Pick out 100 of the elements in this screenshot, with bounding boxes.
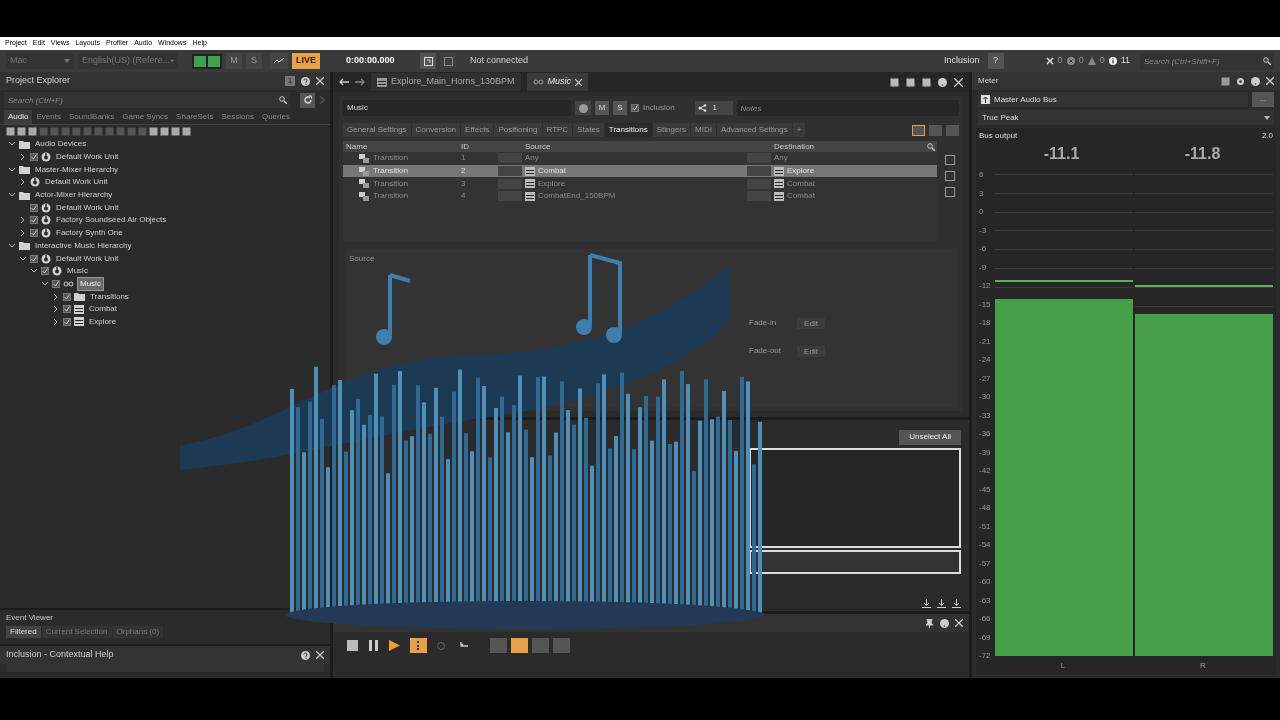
checkbox[interactable] <box>30 216 38 225</box>
layout-button[interactable] <box>912 124 925 136</box>
error-icon[interactable] <box>1066 57 1075 65</box>
tab[interactable]: States <box>573 123 605 137</box>
tree-item[interactable]: Master-Mixer Hierarchy <box>33 163 121 176</box>
tab[interactable]: Effects <box>461 123 495 137</box>
download-icon[interactable] <box>922 599 931 608</box>
tab[interactable]: Audio <box>4 110 33 124</box>
settings-icon[interactable] <box>1236 76 1245 86</box>
live-button[interactable]: LIVE <box>292 53 320 69</box>
tree-item[interactable]: Actor-Mixer Hierarchy <box>33 189 115 202</box>
name-field[interactable]: Music <box>343 100 571 116</box>
mode-dropdown[interactable]: True Peak <box>978 110 1274 125</box>
checkbox[interactable] <box>30 254 38 263</box>
close-icon[interactable] <box>316 651 324 659</box>
search-field[interactable]: Search (Ctrl+F) <box>4 92 276 108</box>
refresh-button[interactable] <box>300 92 315 108</box>
pause-icon[interactable] <box>368 640 379 651</box>
transport-option-button[interactable] <box>410 638 427 653</box>
time-display: 0:00:00.000 <box>346 54 396 68</box>
checkbox[interactable] <box>63 292 71 301</box>
tree-item[interactable]: Factory Synth One <box>54 227 125 240</box>
tab[interactable]: General Settings <box>343 123 412 137</box>
tree-item[interactable]: Default Work Unit <box>54 151 121 164</box>
mute-button[interactable]: M <box>595 101 609 115</box>
help-icon[interactable] <box>1251 76 1260 86</box>
bus-field[interactable]: Master Audio Bus <box>978 92 1248 107</box>
tab[interactable]: Sessions <box>217 110 258 124</box>
solo-button[interactable]: S <box>613 101 627 115</box>
tab[interactable]: Queries <box>257 110 294 124</box>
references-button[interactable]: 1 <box>694 101 733 115</box>
profiler-button[interactable] <box>270 53 288 69</box>
scale-label: 6 <box>979 170 985 179</box>
editor-tab[interactable]: Music <box>526 73 589 91</box>
tab[interactable]: Advanced Settings <box>716 123 793 137</box>
clear-icon[interactable] <box>1045 57 1054 65</box>
checkbox[interactable] <box>30 229 38 238</box>
tree-item[interactable]: Default Work Unit <box>54 252 121 265</box>
tab[interactable]: Transitions <box>604 123 653 137</box>
tab[interactable]: Conversion <box>411 123 462 137</box>
close-icon[interactable] <box>575 78 583 86</box>
back-arrow-icon[interactable] <box>339 78 349 86</box>
tree-item[interactable]: Music <box>65 265 90 278</box>
warning-icon[interactable] <box>1087 57 1096 65</box>
tab[interactable]: Game Syncs <box>118 110 173 124</box>
help-icon[interactable] <box>940 618 949 628</box>
checkbox[interactable] <box>63 305 71 314</box>
close-icon[interactable] <box>954 77 963 87</box>
search-button[interactable] <box>276 92 290 108</box>
help-icon[interactable] <box>938 77 947 87</box>
help-icon[interactable] <box>301 650 310 660</box>
tab[interactable]: SoundBanks <box>64 110 119 124</box>
play-icon[interactable] <box>389 640 400 651</box>
tab[interactable]: MIDI <box>691 123 717 137</box>
search-button[interactable] <box>1260 52 1274 70</box>
search-icon[interactable] <box>927 142 935 151</box>
channel-label: R <box>1199 660 1207 672</box>
meter-indicator <box>194 55 206 67</box>
tab[interactable]: Filtered <box>6 626 41 638</box>
tree-item[interactable]: Explore <box>87 315 119 328</box>
checkbox[interactable] <box>30 203 38 212</box>
tree-item[interactable]: Transitions <box>88 290 131 303</box>
tree-item[interactable]: Factory Soundseed Air Objects <box>54 214 169 227</box>
info-icon[interactable] <box>1108 57 1117 65</box>
checkbox[interactable] <box>631 104 639 112</box>
tree-item[interactable]: Default Work Unit <box>43 176 110 189</box>
checkbox[interactable] <box>30 153 38 162</box>
close-icon[interactable] <box>1266 77 1274 85</box>
tree-item[interactable]: Audio Devices <box>33 138 89 151</box>
notes-field[interactable]: Notes <box>736 100 959 116</box>
dots-icon <box>416 641 421 650</box>
tree-item[interactable]: Music <box>77 276 104 291</box>
mute-button[interactable]: M <box>226 53 242 69</box>
checkbox[interactable] <box>41 267 49 276</box>
tree-item[interactable]: Interactive Music Hierarchy <box>33 239 134 252</box>
close-icon[interactable] <box>316 77 324 85</box>
connect-button[interactable] <box>420 53 436 69</box>
edit-button[interactable]: Edit <box>797 345 825 357</box>
tree-item[interactable]: Combat <box>87 303 119 316</box>
checkbox[interactable] <box>52 279 60 288</box>
forward-arrow-icon[interactable] <box>355 78 365 86</box>
close-icon[interactable] <box>955 619 963 627</box>
edit-button[interactable]: Edit <box>797 317 825 329</box>
tab[interactable]: Stingers <box>652 123 692 137</box>
checkbox[interactable] <box>63 317 71 326</box>
help-icon[interactable] <box>301 76 310 86</box>
search-field[interactable]: Search (Ctrl+Shift+F) <box>1140 52 1260 70</box>
tab[interactable]: Events <box>32 110 65 124</box>
disconnect-button[interactable] <box>440 53 456 69</box>
color-button[interactable] <box>575 101 591 115</box>
tab[interactable]: + <box>792 123 807 137</box>
solo-button[interactable]: S <box>246 53 262 69</box>
tree-item[interactable]: Default Work Unit <box>54 201 121 214</box>
unselect-all-button[interactable]: Unselect All <box>899 429 961 445</box>
tab[interactable]: Positioning <box>494 123 543 137</box>
table-cell: Explore <box>787 165 815 178</box>
editor-tab[interactable]: Explore_Main_Horns_130BPM <box>371 73 521 91</box>
tab[interactable]: ShareSets <box>172 110 218 124</box>
tab[interactable]: RTPC <box>542 123 574 137</box>
help-button[interactable]: ? <box>987 53 1004 69</box>
